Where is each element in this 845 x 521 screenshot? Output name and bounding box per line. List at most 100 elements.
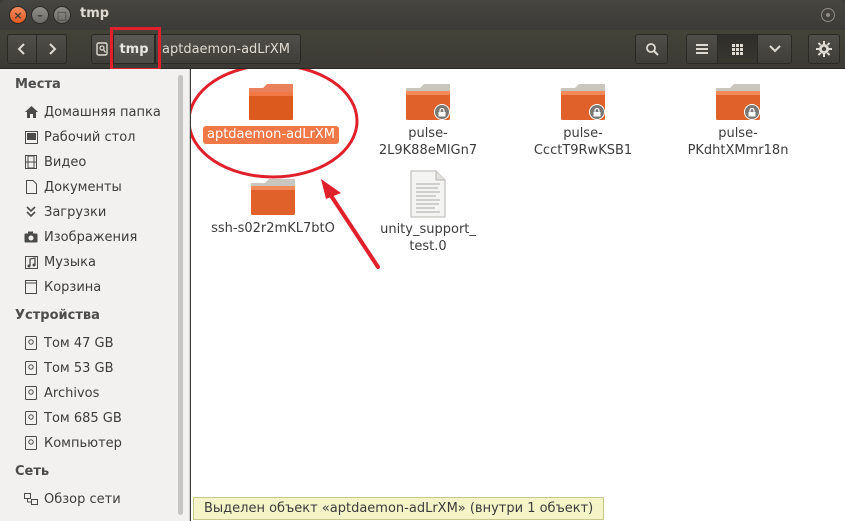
gear-icon (816, 41, 832, 57)
file-name-line-1: pulse- (718, 126, 758, 141)
sidebar-item-label: Документы (44, 179, 122, 195)
sidebar-item-music[interactable]: Музыка (24, 252, 96, 272)
path-root-button[interactable] (91, 34, 113, 64)
folder-icon (714, 82, 762, 122)
desktop-icon (24, 130, 38, 144)
status-bar: Выделен объект «aptdaemon-adLrXM» (внутр… (193, 497, 605, 520)
file-view: aptdaemon-adLrXM pulse- 2L9K88eMlGn7 pul… (191, 69, 845, 521)
sidebar-item-documents[interactable]: Документы (24, 177, 122, 197)
file-item-unity-support[interactable]: unity_support_ test.0 (353, 170, 503, 255)
file-item-aptdaemon[interactable]: aptdaemon-adLrXM (196, 82, 346, 144)
sidebar-heading-devices: Устройства (15, 308, 100, 323)
file-item-pulse-1[interactable]: pulse- 2L9K88eMlGn7 (353, 82, 503, 159)
sidebar-heading-places: Места (15, 77, 61, 92)
file-name-line-2: CcctT9RwKSB1 (533, 143, 633, 158)
sidebar-item-archivos[interactable]: Archivos (24, 383, 99, 403)
home-icon (24, 105, 38, 119)
list-icon (696, 44, 708, 54)
path-segment-child[interactable]: aptdaemon-adLrXM (155, 34, 302, 64)
drive-icon (24, 411, 38, 425)
folder-icon (404, 82, 452, 122)
sidebar-item-label: Видео (44, 154, 87, 170)
sidebar-item-label: Домашняя папка (44, 104, 161, 120)
chevron-down-icon (768, 45, 781, 53)
folder-icon (249, 177, 297, 217)
sidebar-item-pictures[interactable]: Изображения (24, 227, 137, 247)
file-name-line-2: test.0 (409, 239, 447, 254)
file-item-ssh[interactable]: ssh-s02r2mKL7btO (198, 177, 348, 237)
sidebar-item-downloads[interactable]: Загрузки (24, 202, 106, 222)
drive-icon (24, 361, 38, 375)
document-icon (24, 180, 38, 194)
file-name-line-1: pulse- (408, 126, 448, 141)
window-title: tmp (80, 6, 110, 21)
sidebar-item-volume-53[interactable]: Том 53 GB (24, 358, 114, 378)
sidebar-heading-network: Сеть (15, 464, 50, 479)
sidebar-item-volume-47[interactable]: Том 47 GB (24, 333, 114, 353)
sidebar: Места Домашняя папка Рабочий стол Видео … (0, 69, 190, 521)
file-name: ssh-s02r2mKL7btO (211, 221, 335, 236)
text-file-icon (408, 170, 448, 218)
film-icon (24, 155, 38, 169)
sidebar-item-label: Загрузки (44, 204, 107, 220)
sidebar-item-label: Музыка (44, 254, 96, 270)
toolbar: tmp aptdaemon-adLrXM (0, 30, 845, 69)
sidebar-item-label: Том 47 GB (44, 335, 114, 351)
drive-icon (24, 336, 38, 350)
maximize-window-button[interactable]: □ (53, 6, 71, 24)
sidebar-item-label: Том 685 GB (44, 410, 122, 426)
drive-icon (96, 42, 108, 56)
title-bar: × – □ tmp (0, 0, 845, 30)
list-view-button[interactable] (686, 34, 718, 64)
file-item-pulse-3[interactable]: pulse- PKdhtXMmr18n (663, 82, 813, 159)
chevron-left-icon (17, 43, 25, 55)
back-button[interactable] (7, 34, 37, 64)
sidebar-item-browse-network[interactable]: Обзор сети (24, 489, 121, 509)
lock-icon (589, 104, 605, 120)
minimize-window-button[interactable]: – (31, 6, 49, 24)
sidebar-item-label: Archivos (44, 385, 100, 401)
sidebar-item-label: Рабочий стол (44, 129, 136, 145)
sidebar-item-videos[interactable]: Видео (24, 152, 86, 172)
drive-icon (24, 386, 38, 400)
file-name-line-1: pulse- (563, 126, 603, 141)
sidebar-scrollbar[interactable] (178, 75, 183, 515)
sidebar-item-label: Изображения (44, 229, 138, 245)
sidebar-item-label: Компьютер (44, 435, 122, 451)
network-icon (24, 492, 38, 506)
window-menu-icon[interactable] (821, 8, 835, 22)
close-window-button[interactable]: × (9, 6, 27, 24)
file-name-line-1: unity_support_ (380, 222, 476, 237)
folder-icon (559, 82, 607, 122)
file-name-line-2: PKdhtXMmr18n (687, 143, 789, 158)
music-icon (24, 255, 38, 269)
view-options-dropdown[interactable] (757, 34, 792, 64)
file-name-line-2: 2L9K88eMlGn7 (378, 143, 478, 158)
sidebar-item-label: Обзор сети (44, 491, 121, 507)
sidebar-item-label: Корзина (44, 279, 102, 295)
file-name: aptdaemon-adLrXM (202, 126, 339, 144)
settings-button[interactable] (808, 34, 840, 64)
sidebar-item-desktop[interactable]: Рабочий стол (24, 127, 135, 147)
search-button[interactable] (635, 34, 668, 64)
forward-button[interactable] (36, 34, 67, 64)
sidebar-item-trash[interactable]: Корзина (24, 277, 101, 297)
trash-icon (24, 280, 38, 294)
path-segment-tmp[interactable]: tmp (113, 34, 155, 64)
grid-icon (732, 43, 743, 55)
drive-icon (24, 436, 38, 450)
file-item-pulse-2[interactable]: pulse- CcctT9RwKSB1 (508, 82, 658, 159)
path-bar: tmp aptdaemon-adLrXM (91, 34, 302, 64)
sidebar-item-volume-685[interactable]: Том 685 GB (24, 408, 122, 428)
lock-icon (744, 104, 760, 120)
lock-icon (434, 104, 450, 120)
sidebar-item-home[interactable]: Домашняя папка (24, 102, 161, 122)
folder-icon (247, 82, 295, 122)
chevron-right-icon (48, 43, 56, 55)
download-icon (24, 205, 38, 219)
camera-icon (24, 230, 38, 244)
search-icon (645, 43, 659, 56)
sidebar-item-label: Том 53 GB (44, 360, 114, 376)
sidebar-item-computer[interactable]: Компьютер (24, 433, 122, 453)
grid-view-button[interactable] (717, 34, 758, 64)
